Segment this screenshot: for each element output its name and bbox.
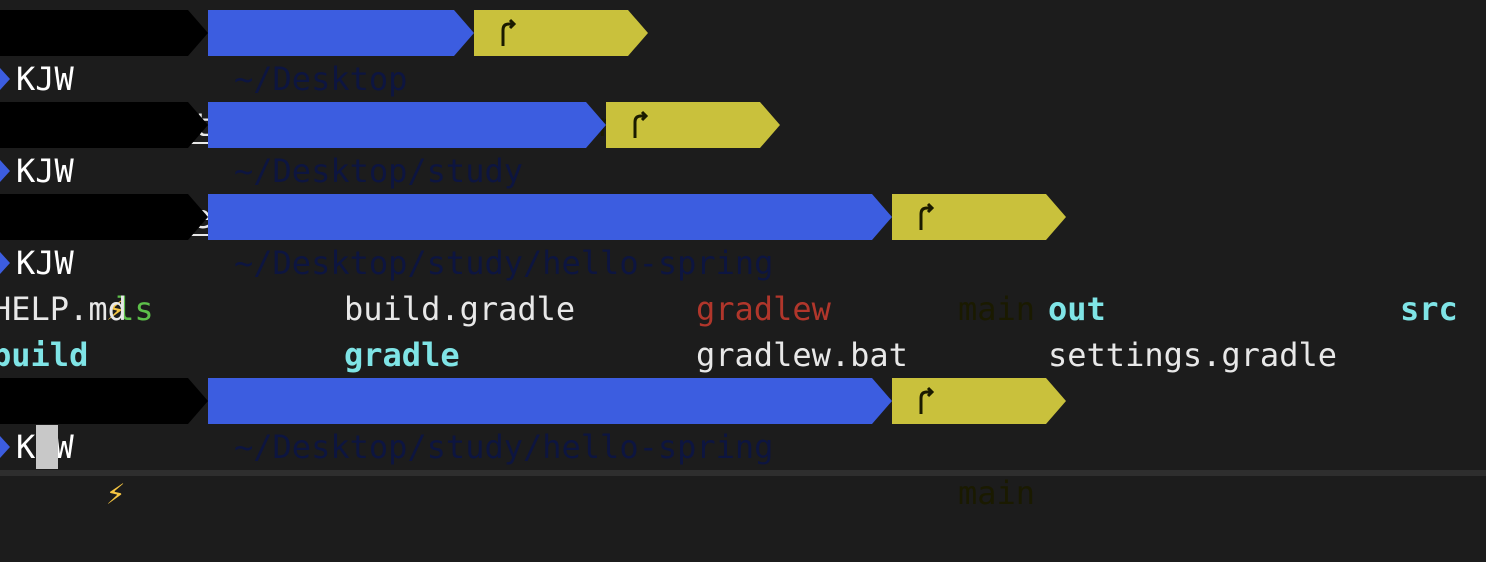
prompt-line: KJW ⚡ ~/Desktop main: [0, 10, 1486, 144]
prompt-chevron-icon: [0, 436, 10, 458]
file-entry: settings.gradle: [1048, 336, 1337, 374]
prompt-git-segment: main: [606, 102, 760, 236]
prompt-user-segment: KJW ⚡: [0, 194, 188, 328]
prompt-path-segment: ~/Desktop: [208, 10, 454, 98]
branch-label: main: [958, 474, 1036, 512]
segment-separator: [454, 10, 474, 56]
input-line[interactable]: [0, 424, 1486, 470]
prompt-line: KJW ⚡ ~/Desktop/study/hello-spring main: [0, 378, 1486, 512]
segment-separator: [872, 378, 892, 424]
directory-entry: gradle: [344, 336, 460, 374]
prompt-user-segment: KJW ⚡: [0, 10, 188, 144]
file-entry: HELP.md: [0, 290, 127, 328]
segment-separator: [188, 194, 208, 240]
prompt-line: KJW ⚡ ~/Desktop/study/hello-spring main: [0, 194, 1486, 328]
lightning-icon: ⚡: [106, 474, 126, 512]
git-branch-icon: [633, 110, 649, 138]
directory-entry: build: [0, 336, 89, 374]
prompt-chevron-icon: [0, 160, 10, 182]
command-line: cd study: [0, 56, 1486, 144]
prompt-path-segment: ~/Desktop/study: [208, 102, 586, 190]
prompt-git-segment: main: [474, 10, 628, 144]
git-branch-icon: [919, 386, 935, 414]
segment-separator: [1046, 378, 1066, 424]
command-line: cd hello-spring: [0, 148, 1486, 236]
directory-entry: src: [1400, 290, 1458, 328]
file-entry: build.gradle: [344, 290, 576, 328]
directory-entry: out: [1048, 290, 1106, 328]
segment-separator: [628, 10, 648, 56]
prompt-path-segment: ~/Desktop/study/hello-spring: [208, 378, 872, 466]
segment-separator: [586, 102, 606, 148]
file-entry: gradlew.bat: [696, 336, 908, 374]
text-cursor[interactable]: [36, 425, 58, 469]
git-branch-icon: [501, 18, 517, 46]
segment-separator: [188, 102, 208, 148]
ls-output-row: build gradle gradlew.bat settings.gradle: [0, 332, 1486, 378]
git-branch-icon: [919, 202, 935, 230]
segment-separator: [760, 102, 780, 148]
segment-separator: [872, 194, 892, 240]
prompt-chevron-icon: [0, 252, 10, 274]
prompt-path-segment: ~/Desktop/study/hello-spring: [208, 194, 872, 282]
segment-separator: [1046, 194, 1066, 240]
segment-separator: [188, 10, 208, 56]
scrollbar-track: [0, 470, 1486, 476]
prompt-git-segment: main: [892, 378, 1046, 512]
prompt-line: KJW ⚡ ~/Desktop/study main: [0, 102, 1486, 236]
ls-output-row: HELP.md build.gradle gradlew out src: [0, 286, 1486, 332]
segment-separator: [188, 378, 208, 424]
prompt-chevron-icon: [0, 68, 10, 90]
prompt-git-segment: main: [892, 194, 1046, 328]
executable-entry: gradlew: [696, 290, 831, 328]
prompt-user-segment: KJW ⚡: [0, 378, 188, 512]
command-line: ls: [0, 240, 1486, 328]
prompt-user-segment: KJW ⚡: [0, 102, 188, 236]
